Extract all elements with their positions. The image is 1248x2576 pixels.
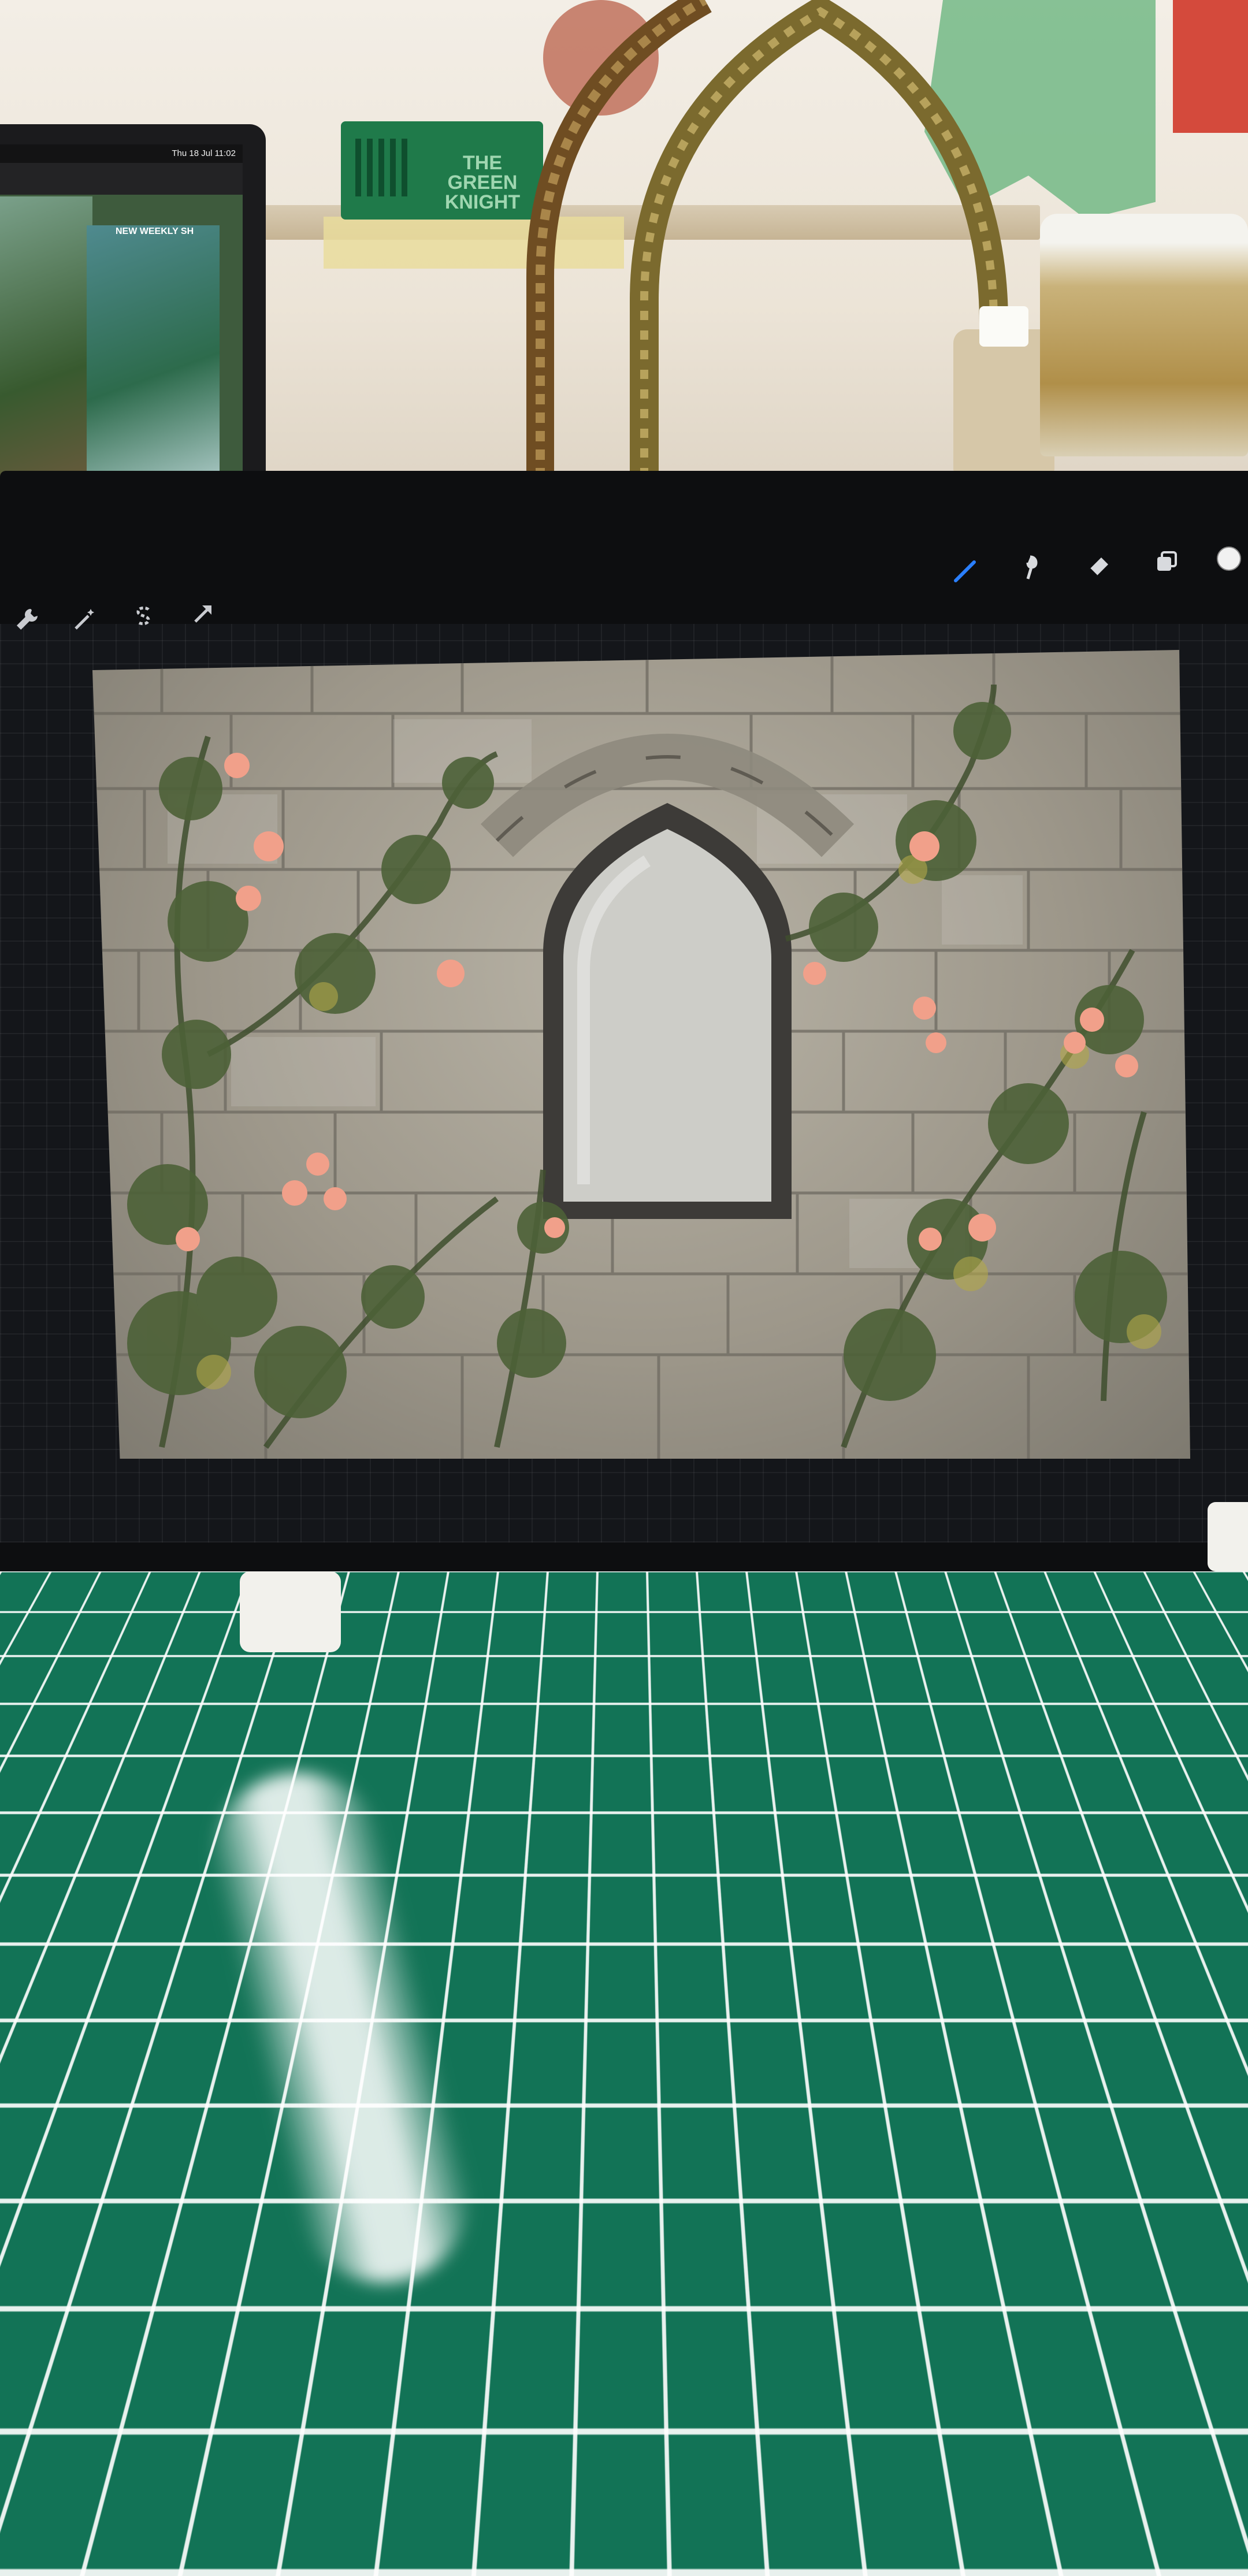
red-paper [1173,0,1248,133]
laptop-menubar: Thu 18 Jul 11:02 [0,144,243,163]
laptop-clock: Thu 18 Jul 11:02 [172,148,236,158]
arch-frame-left [526,0,712,497]
ipad-stand-left [240,1571,341,1652]
laptop-browser-bar [0,163,243,195]
paint-bottle [953,306,1054,474]
adjustments-wand-icon[interactable] [66,601,103,638]
color-swatch-icon[interactable] [1210,540,1247,577]
brush-icon[interactable] [948,552,985,589]
glass-jar [1040,214,1248,456]
artwork-canvas[interactable] [92,650,1190,1459]
laptop-photo-left [0,196,92,497]
laptop-photo-right [87,225,220,497]
qr-code [355,139,413,196]
laptop-card-label: NEW WEEKLY SH [116,226,194,236]
selection-s-icon[interactable] [124,598,161,635]
arch-frame-right [630,0,1008,497]
climbing-roses [127,684,1167,1449]
layers-icon[interactable] [1147,543,1184,580]
vine-leaves [127,702,1167,1418]
smudge-icon[interactable] [1014,549,1051,586]
cutting-mat [0,1571,1248,2576]
actions-wrench-icon[interactable] [9,601,46,638]
bottle-cap [979,306,1028,347]
gothic-arch-frames [526,0,1008,497]
procreate-toolbar [0,523,1248,630]
laptop-screen: Thu 18 Jul 11:02 NEW WEEKLY SH [0,144,243,508]
arch-frame-right-detail [640,6,998,497]
transform-arrow-icon[interactable] [185,595,222,632]
ipad-stand-right [1208,1502,1248,1571]
eraser-icon[interactable] [1080,546,1117,583]
